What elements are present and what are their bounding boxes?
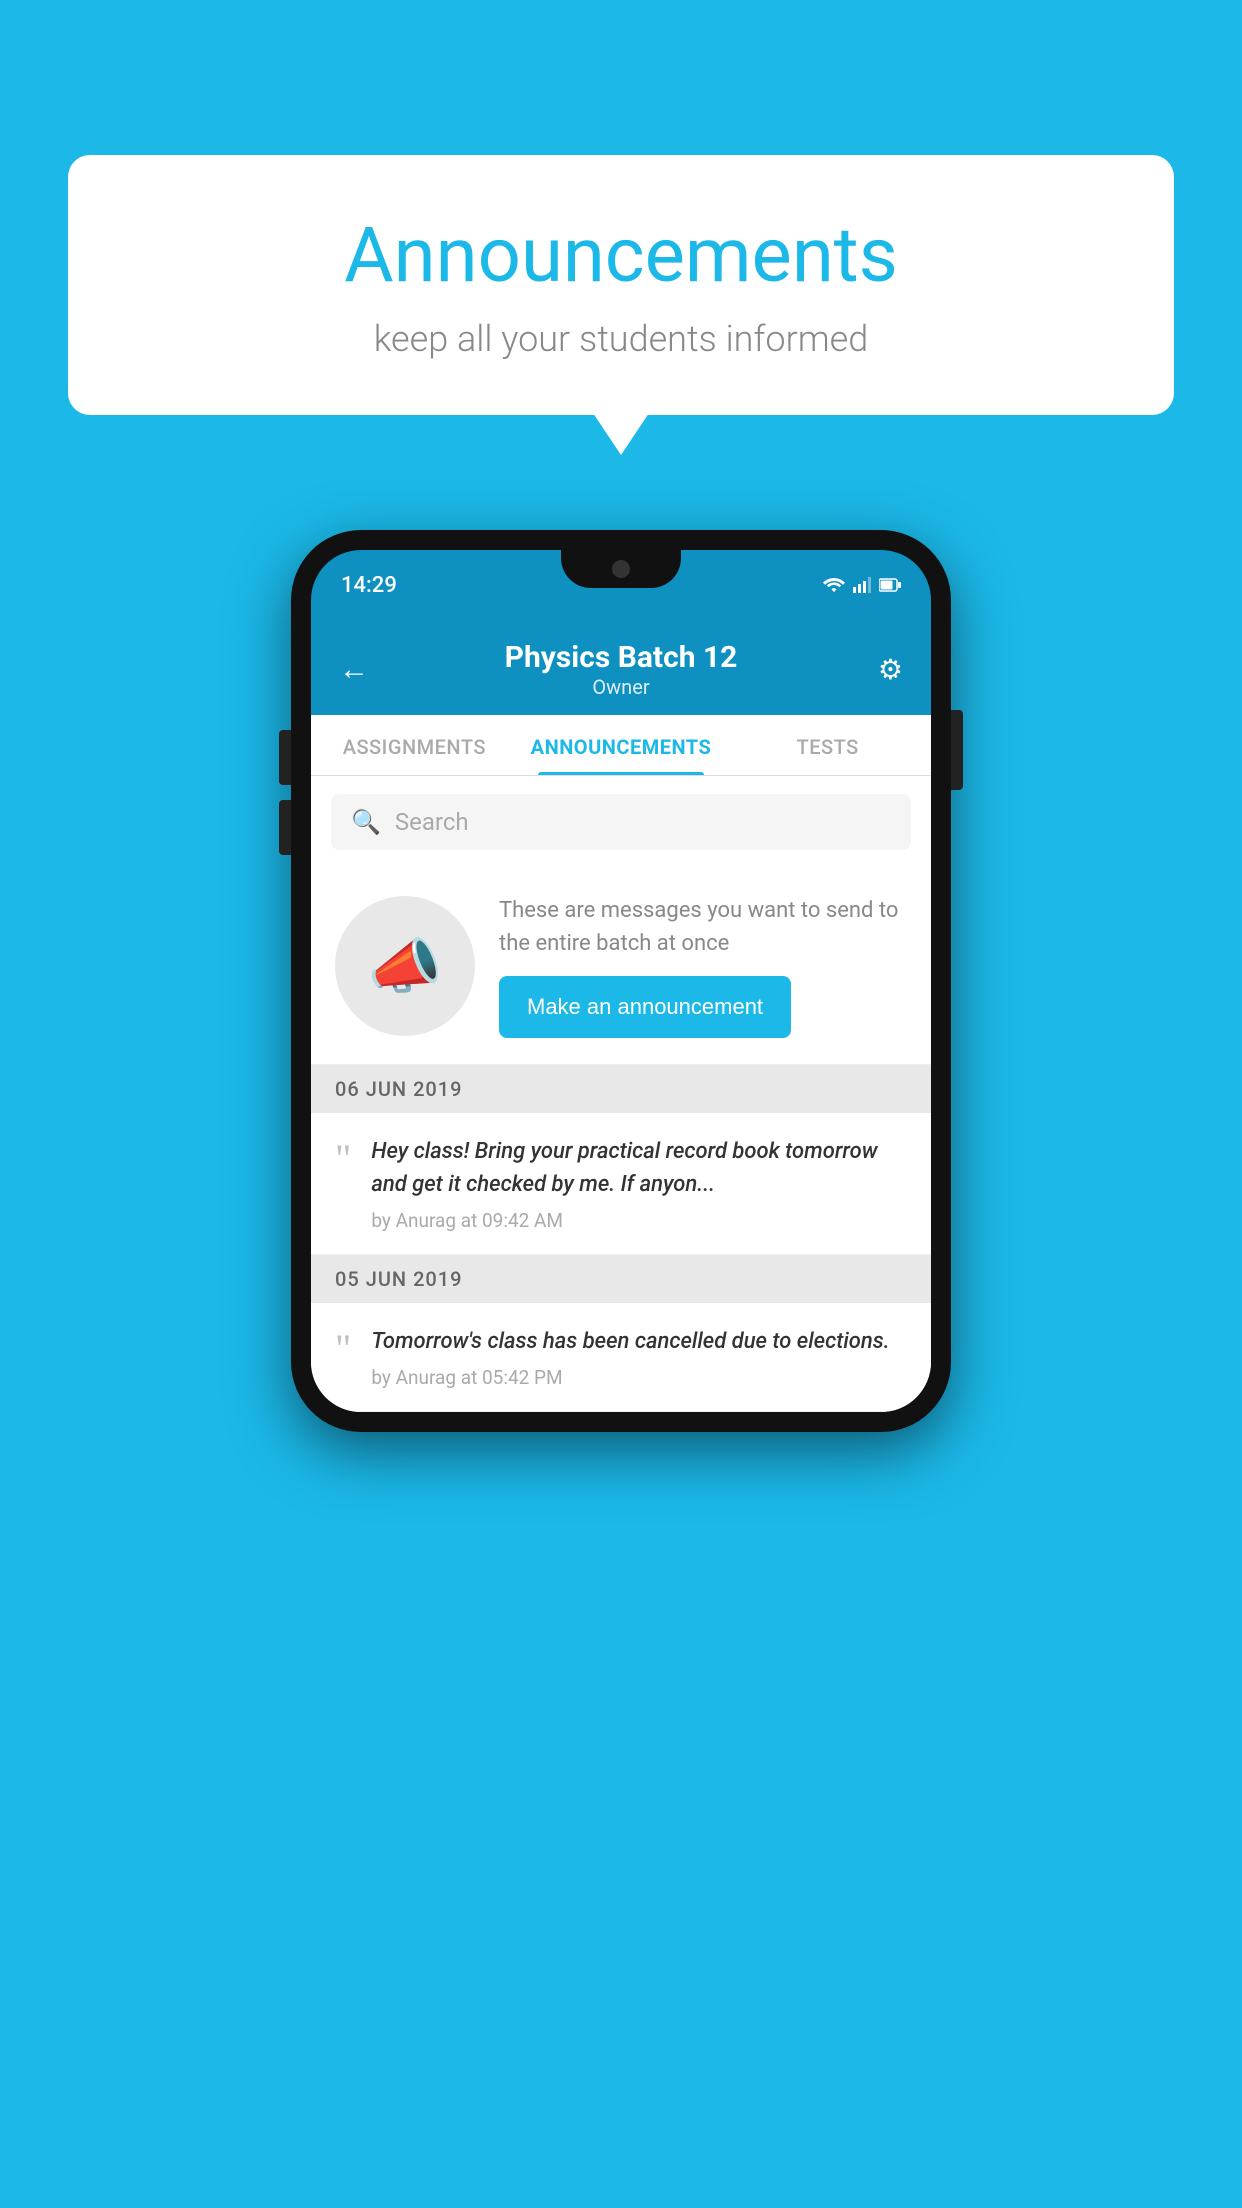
promo-section: 📣 These are messages you want to send to…	[311, 868, 931, 1065]
phone-side-button-right	[951, 710, 963, 790]
app-header: ← Physics Batch 12 Owner ⚙	[311, 620, 931, 715]
announcement-meta-1: by Anurag at 09:42 AM	[371, 1209, 907, 1232]
tab-tests[interactable]: TESTS	[724, 715, 931, 775]
quote-icon-1: "	[335, 1139, 351, 1179]
date-divider-2: 05 JUN 2019	[311, 1255, 931, 1303]
tab-announcements[interactable]: ANNOUNCEMENTS	[518, 715, 725, 775]
date-label-1: 06 JUN 2019	[335, 1077, 463, 1101]
phone-notch	[561, 550, 681, 588]
search-container: 🔍 Search	[311, 776, 931, 868]
bubble-title: Announcements	[128, 210, 1114, 300]
tab-assignments[interactable]: ASSIGNMENTS	[311, 715, 518, 775]
back-button[interactable]: ←	[339, 652, 379, 687]
promo-description: These are messages you want to send to t…	[499, 894, 907, 960]
promo-content: These are messages you want to send to t…	[499, 894, 907, 1038]
phone-side-button-left-1	[279, 730, 291, 785]
announcement-content-1: Hey class! Bring your practical record b…	[371, 1135, 907, 1232]
quote-icon-2: "	[335, 1329, 351, 1369]
announcement-meta-2: by Anurag at 05:42 PM	[371, 1366, 907, 1389]
search-bar[interactable]: 🔍 Search	[331, 794, 911, 850]
speech-bubble-card: Announcements keep all your students inf…	[68, 155, 1174, 415]
announcement-text-1: Hey class! Bring your practical record b…	[371, 1135, 907, 1201]
phone-screen: ← Physics Batch 12 Owner ⚙ ASSIGNMENTS A…	[311, 620, 931, 1412]
phone-frame: 14:29	[291, 530, 951, 1432]
make-announcement-button[interactable]: Make an announcement	[499, 976, 791, 1038]
batch-name: Physics Batch 12	[505, 640, 738, 675]
status-bar: 14:29	[311, 550, 931, 620]
announcement-content-2: Tomorrow's class has been cancelled due …	[371, 1325, 907, 1389]
phone-mockup: 14:29	[291, 530, 951, 1432]
wifi-icon	[823, 577, 845, 593]
signal-icon	[853, 577, 871, 593]
search-input[interactable]: Search	[395, 808, 469, 836]
announcement-item-2[interactable]: " Tomorrow's class has been cancelled du…	[311, 1303, 931, 1412]
announcement-text-2: Tomorrow's class has been cancelled due …	[371, 1325, 907, 1358]
search-icon: 🔍	[351, 808, 381, 836]
announcement-item-1[interactable]: " Hey class! Bring your practical record…	[311, 1113, 931, 1255]
tabs-bar: ASSIGNMENTS ANNOUNCEMENTS TESTS	[311, 715, 931, 776]
status-time: 14:29	[341, 573, 397, 598]
battery-icon	[879, 578, 901, 592]
date-divider-1: 06 JUN 2019	[311, 1065, 931, 1113]
user-role: Owner	[505, 675, 738, 699]
megaphone-icon: 📣	[368, 931, 443, 1002]
status-icons	[823, 577, 901, 593]
date-label-2: 05 JUN 2019	[335, 1267, 463, 1291]
bubble-subtitle: keep all your students informed	[128, 318, 1114, 360]
settings-icon[interactable]: ⚙	[863, 653, 903, 686]
phone-side-button-left-2	[279, 800, 291, 855]
speech-bubble-section: Announcements keep all your students inf…	[68, 155, 1174, 415]
header-title-block: Physics Batch 12 Owner	[505, 640, 738, 699]
announcement-icon-circle: 📣	[335, 896, 475, 1036]
camera	[612, 560, 630, 578]
